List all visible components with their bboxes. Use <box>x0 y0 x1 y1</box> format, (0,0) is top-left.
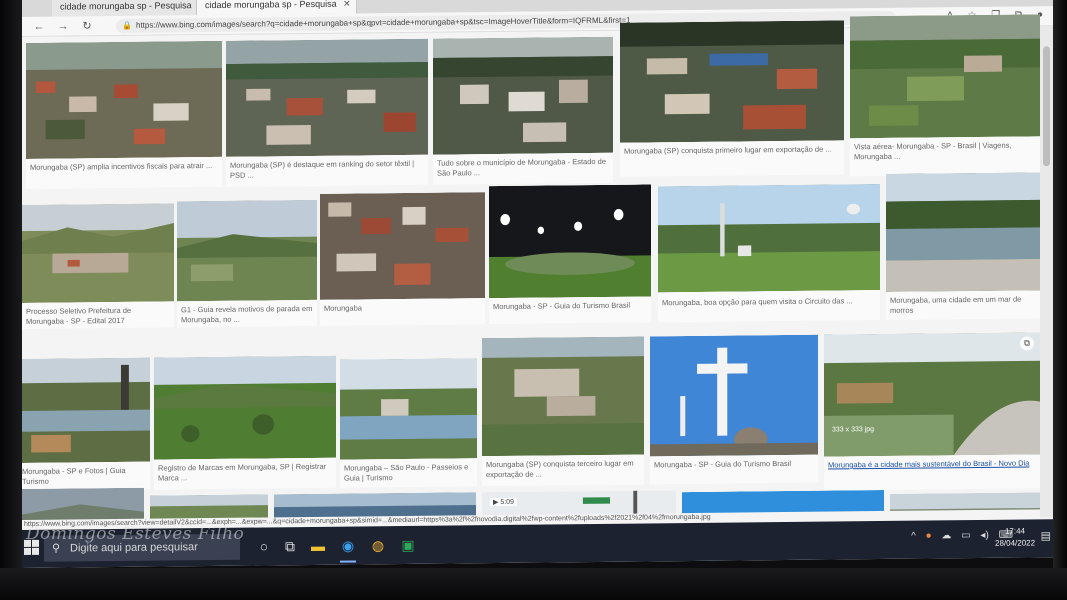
result-thumbnail[interactable] <box>433 36 613 155</box>
result-caption[interactable]: Processo Seletivo Prefeitura de Morungab… <box>26 305 170 327</box>
result-thumbnail[interactable] <box>658 184 880 293</box>
tab-label: cidade morungaba sp - Pesquisa <box>60 0 192 12</box>
window-controls: — ☐ ✕ <box>970 0 1045 2</box>
close-window-icon[interactable]: ✕ <box>1037 0 1045 1</box>
image-result[interactable]: Morungaba - SP - Guia do Turismo Brasil <box>489 184 651 325</box>
result-caption[interactable]: Morungaba, boa opção para quem visita o … <box>662 296 876 308</box>
result-thumbnail[interactable] <box>824 332 1040 457</box>
task-view-icon[interactable]: ⧉ <box>278 534 302 558</box>
address-url: https://www.bing.com/images/search?q=cid… <box>136 15 631 30</box>
result-caption[interactable]: Morungaba (SP) é destaque em ranking do … <box>230 159 424 181</box>
image-result[interactable]: Morungaba (SP) conquista primeiro lugar … <box>620 20 844 177</box>
result-thumbnail[interactable] <box>340 358 477 460</box>
browser-tab-1[interactable]: cidade morungaba sp - Pesquisa ✕ <box>52 0 197 17</box>
image-result[interactable]: G1 - Guia revela motivos de parada em Mo… <box>177 199 317 328</box>
chrome-icon[interactable]: ◍ <box>366 533 390 557</box>
image-result[interactable]: Registro de Marcas em Morungaba, SP | Re… <box>154 355 336 490</box>
result-caption[interactable]: Tudo sobre o município de Morungaba - Es… <box>437 157 609 179</box>
image-result[interactable]: Morungaba – São Paulo - Passeios e Guia … <box>340 358 477 488</box>
image-result[interactable]: ⧉ 333 x 333 jpg Morungaba é a cidade mai… <box>824 332 1040 491</box>
image-result[interactable]: Morungaba (SP) é destaque em ranking do … <box>226 38 428 187</box>
result-caption[interactable]: Morungaba - SP - Guia do Turismo Brasil <box>654 459 814 471</box>
result-caption[interactable]: G1 - Guia revela motivos de parada em Mo… <box>181 304 313 325</box>
page-scrollbar[interactable] <box>1040 26 1053 518</box>
result-caption[interactable]: Morungaba (SP) conquista terceiro lugar … <box>486 459 640 481</box>
clock-time: 17:44 <box>1004 526 1026 536</box>
result-thumbnail[interactable] <box>650 334 818 457</box>
result-thumbnail[interactable] <box>226 38 428 157</box>
result-caption[interactable]: Morungaba é a cidade mais sustentável do… <box>828 458 1036 470</box>
refresh-icon[interactable]: ↻ <box>80 19 94 33</box>
result-caption[interactable]: Morungaba, uma cidade em um mar de morro… <box>890 294 1036 316</box>
lock-icon: 🔒 <box>122 20 132 30</box>
taskbar-clock[interactable]: 17:44 28/04/2022 <box>995 525 1035 549</box>
result-caption[interactable]: Morungaba (SP) conquista primeiro lugar … <box>624 144 840 156</box>
file-explorer-icon[interactable]: ▬ <box>306 534 330 558</box>
monitor-bezel-left <box>0 0 22 600</box>
result-thumbnail[interactable] <box>850 14 1040 139</box>
monitor-bezel-bottom <box>0 568 1067 600</box>
result-thumbnail[interactable] <box>489 184 651 299</box>
clock-date: 28/04/2022 <box>995 538 1036 548</box>
back-icon[interactable]: ← <box>32 20 46 34</box>
result-thumbnail[interactable] <box>26 40 222 159</box>
result-caption[interactable]: Morungaba <box>324 302 481 314</box>
result-thumbnail[interactable] <box>620 20 844 143</box>
image-result[interactable]: Morungaba, uma cidade em um mar de morro… <box>886 172 1040 320</box>
result-thumbnail[interactable] <box>886 172 1040 292</box>
image-result[interactable]: Tudo sobre o município de Morungaba - Es… <box>433 36 613 185</box>
image-result[interactable]: Vista aérea- Morungaba - SP - Brasil | V… <box>850 14 1040 177</box>
photographer-watermark: Domingos Esteves Filho <box>26 524 245 544</box>
video-duration-badge: ▶ 5:09 <box>490 497 517 507</box>
image-result[interactable]: Morungaba - SP - Guia do Turismo Brasil <box>650 334 818 485</box>
volume-icon[interactable]: ◂) <box>980 530 988 541</box>
image-result[interactable]: Morungaba, boa opção para quem visita o … <box>658 184 880 323</box>
result-caption[interactable]: Morungaba - SP - Guia do Turismo Brasil <box>493 300 647 312</box>
image-result[interactable]: Morungaba - SP e Fotos | Guia Turismo <box>22 357 150 492</box>
maximize-icon[interactable]: ☐ <box>1011 0 1020 2</box>
result-thumbnail[interactable] <box>320 192 485 300</box>
result-thumbnail[interactable] <box>154 355 336 460</box>
app-tray-icon[interactable]: ● <box>926 530 932 541</box>
forward-icon[interactable]: → <box>56 19 70 33</box>
notification-icon[interactable]: ▤ <box>1041 529 1051 542</box>
close-icon[interactable]: ✕ <box>343 0 351 9</box>
cortana-icon[interactable]: ○ <box>252 534 276 558</box>
result-thumbnail[interactable] <box>482 336 644 457</box>
image-result[interactable]: Processo Seletivo Prefeitura de Morungab… <box>22 203 174 329</box>
image-results-grid: Morungaba (SP) amplia incentivos fiscais… <box>22 14 1040 530</box>
result-caption[interactable]: Vista aérea- Morungaba - SP - Brasil | V… <box>854 140 1036 162</box>
result-caption[interactable]: Morungaba - SP e Fotos | Guia Turismo <box>22 466 146 487</box>
result-caption[interactable]: Morungaba – São Paulo - Passeios e Guia … <box>344 462 473 483</box>
network-icon[interactable]: ▭ <box>961 530 970 541</box>
monitor-bezel-right <box>1053 0 1067 600</box>
onedrive-icon[interactable]: ☁ <box>941 530 951 541</box>
hover-size-label: 333 x 333 jpg <box>832 426 875 434</box>
result-thumbnail[interactable] <box>22 203 174 303</box>
screen: cidade morungaba sp - Pesquisa ✕ cidade … <box>22 0 1053 568</box>
result-caption[interactable]: Registro de Marcas em Morungaba, SP | Re… <box>158 462 332 484</box>
result-thumbnail[interactable] <box>177 199 317 302</box>
chevron-up-icon[interactable]: ^ <box>911 531 916 542</box>
result-caption[interactable]: Morungaba (SP) amplia incentivos fiscais… <box>30 161 218 173</box>
scrollbar-thumb[interactable] <box>1043 46 1050 167</box>
minimize-icon[interactable]: — <box>984 0 994 2</box>
image-result[interactable]: Morungaba <box>320 192 485 326</box>
tab-label: cidade morungaba sp - Pesquisa <box>205 0 337 11</box>
excel-icon[interactable]: ▣ <box>396 533 420 557</box>
edge-icon[interactable]: ◉ <box>336 533 360 557</box>
visual-search-icon[interactable]: ⧉ <box>1020 336 1034 351</box>
image-result[interactable]: Morungaba (SP) conquista terceiro lugar … <box>482 336 644 487</box>
image-result[interactable]: Morungaba (SP) amplia incentivos fiscais… <box>26 40 222 189</box>
result-thumbnail[interactable] <box>22 357 150 464</box>
